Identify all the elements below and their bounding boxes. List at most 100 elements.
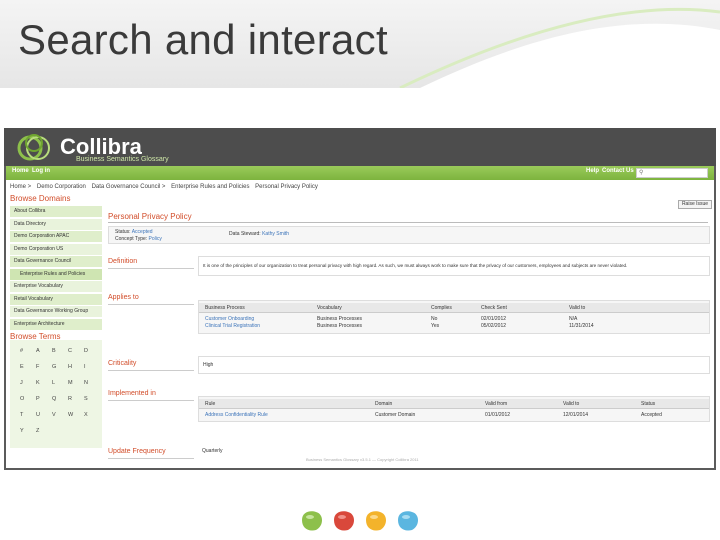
domain-item[interactable]: Demo Corporation APAC bbox=[10, 231, 102, 242]
nav-home-link[interactable]: Home bbox=[12, 168, 29, 174]
definition-divider bbox=[108, 268, 194, 269]
letter-link[interactable]: P bbox=[36, 396, 40, 402]
letter-link[interactable]: J bbox=[20, 380, 23, 386]
domain-item[interactable]: Data Directory bbox=[10, 218, 102, 230]
nav-contact-link[interactable]: Contact Us bbox=[602, 168, 634, 174]
domain-item[interactable]: Data Governance Working Group bbox=[10, 306, 102, 317]
letter-link[interactable]: V bbox=[52, 412, 56, 418]
breadcrumb-enterprise-rules[interactable]: Enterprise Rules and Policies bbox=[171, 184, 249, 190]
criticality-divider bbox=[108, 370, 194, 371]
col-vocabulary: Vocabulary bbox=[317, 305, 342, 311]
breadcrumb-current: Personal Privacy Policy bbox=[255, 184, 318, 190]
domain-item[interactable]: Demo Corporation US bbox=[10, 243, 102, 255]
letter-link[interactable]: E bbox=[20, 364, 24, 370]
col-complies: Complies bbox=[431, 305, 452, 311]
letter-link[interactable]: N bbox=[84, 380, 88, 386]
domain-item[interactable]: Enterprise Architecture bbox=[10, 318, 102, 330]
implemented-in-divider bbox=[108, 400, 194, 401]
letter-link[interactable]: A bbox=[36, 348, 40, 354]
letter-link[interactable]: Q bbox=[52, 396, 56, 402]
letter-link[interactable]: K bbox=[36, 380, 40, 386]
letter-link[interactable]: Y bbox=[20, 428, 24, 434]
update-frequency-divider bbox=[108, 458, 194, 459]
letter-link[interactable]: D bbox=[84, 348, 88, 354]
orange-droplet-icon bbox=[366, 511, 386, 531]
applies-to-header-bar bbox=[199, 303, 709, 313]
domain-item-selected[interactable]: Enterprise Rules and Policies bbox=[10, 268, 102, 280]
breadcrumb-home[interactable]: Home > bbox=[10, 184, 31, 190]
letter-link[interactable]: T bbox=[20, 412, 23, 418]
table-cell: 01/01/2012 bbox=[485, 412, 511, 418]
nav-login-link[interactable]: Log in bbox=[32, 168, 50, 174]
app-header: Collibra Business Semantics Glossary bbox=[4, 128, 716, 166]
steward-value[interactable]: Kathy Smith bbox=[262, 231, 289, 237]
app-footer: Business Semantics Glossary v3.5.1 — Cop… bbox=[306, 457, 419, 462]
page-content: Home > Demo Corporation Data Governance … bbox=[6, 180, 714, 468]
table-cell-link[interactable]: Address Confidentiality Rule bbox=[205, 412, 268, 418]
letter-link[interactable]: M bbox=[68, 380, 73, 386]
implemented-in-table: Rule Domain Valid from Valid to Status A… bbox=[198, 396, 710, 422]
table-cell: Business Processes bbox=[317, 316, 363, 322]
title-divider bbox=[108, 222, 708, 223]
breadcrumb-data-governance-council[interactable]: Data Governance Council > bbox=[92, 184, 166, 190]
col-rule: Rule bbox=[205, 401, 216, 407]
search-input[interactable]: ⚲ bbox=[636, 168, 708, 178]
letter-link[interactable]: Z bbox=[36, 428, 39, 434]
col-valid-to: Valid to bbox=[569, 305, 586, 311]
letter-link[interactable]: F bbox=[36, 364, 39, 370]
table-cell: Accepted bbox=[641, 412, 662, 418]
attributes-box: Status: Accepted Concept Type: Policy Da… bbox=[108, 226, 710, 244]
letter-link[interactable]: X bbox=[84, 412, 88, 418]
letter-link[interactable]: H bbox=[68, 364, 72, 370]
concept-type-value[interactable]: Policy bbox=[149, 236, 162, 242]
letter-link[interactable]: I bbox=[84, 364, 86, 370]
criticality-value: High bbox=[203, 362, 214, 368]
slide-title-band: Search and interact bbox=[0, 0, 720, 88]
breadcrumb-demo-corporation[interactable]: Demo Corporation bbox=[37, 184, 86, 190]
raise-issue-button[interactable]: Raise Issue bbox=[678, 200, 712, 209]
letter-link[interactable]: G bbox=[52, 364, 56, 370]
table-cell: Yes bbox=[431, 323, 440, 329]
table-cell-link[interactable]: Clinical Trial Registration bbox=[205, 323, 260, 329]
breadcrumb: Home > Demo Corporation Data Governance … bbox=[10, 184, 322, 190]
table-cell: 05/02/2012 bbox=[481, 323, 507, 329]
letter-link[interactable]: L bbox=[52, 380, 55, 386]
domain-list: About Collibra Data Directory Demo Corpo… bbox=[10, 206, 102, 331]
red-droplet-icon bbox=[334, 511, 354, 531]
domain-item[interactable]: Retail Vocabulary bbox=[10, 293, 102, 305]
nav-help-link[interactable]: Help bbox=[586, 168, 599, 174]
letter-index: # A B C D E F G H I J K L M N O P Q R S T U V W X Y Z bbox=[10, 340, 102, 448]
definition-heading: Definition bbox=[108, 258, 138, 265]
table-cell: 12/01/2014 bbox=[563, 412, 589, 418]
implemented-header-bar bbox=[199, 399, 709, 409]
status-field: Status: Accepted bbox=[115, 229, 153, 235]
app-screenshot: Collibra Business Semantics Glossary Hom… bbox=[4, 128, 716, 470]
domain-item[interactable]: About Collibra bbox=[10, 206, 102, 217]
applies-to-table: Business Process Vocabulary Complies Che… bbox=[198, 300, 710, 334]
browse-domains-heading: Browse Domains bbox=[10, 194, 71, 203]
letter-link[interactable]: C bbox=[68, 348, 72, 354]
letter-link[interactable]: O bbox=[20, 396, 24, 402]
col-business-process: Business Process bbox=[205, 305, 245, 311]
table-cell: No bbox=[431, 316, 438, 322]
blue-droplet-icon bbox=[398, 511, 418, 531]
letter-link[interactable]: B bbox=[52, 348, 56, 354]
domain-item[interactable]: Data Governance Council bbox=[10, 256, 102, 267]
letter-link[interactable]: R bbox=[68, 396, 72, 402]
letter-link[interactable]: W bbox=[68, 412, 73, 418]
table-cell-link[interactable]: Customer Onboarding bbox=[205, 316, 254, 322]
decorative-droplets bbox=[302, 511, 418, 531]
definition-text: It is one of the principles of our organ… bbox=[203, 263, 628, 268]
table-cell: Customer Domain bbox=[375, 412, 416, 418]
steward-label: Data Steward: bbox=[229, 231, 261, 237]
letter-link[interactable]: # bbox=[20, 348, 23, 354]
update-frequency-heading: Update Frequency bbox=[108, 448, 166, 455]
search-icon: ⚲ bbox=[639, 170, 644, 176]
table-cell: 02/01/2012 bbox=[481, 316, 507, 322]
col-valid-to: Valid to bbox=[563, 401, 580, 407]
letter-link[interactable]: S bbox=[84, 396, 88, 402]
concept-type-field: Concept Type: Policy bbox=[115, 236, 162, 242]
domain-item[interactable]: Enterprise Vocabulary bbox=[10, 281, 102, 292]
applies-to-heading: Applies to bbox=[108, 294, 139, 301]
letter-link[interactable]: U bbox=[36, 412, 40, 418]
